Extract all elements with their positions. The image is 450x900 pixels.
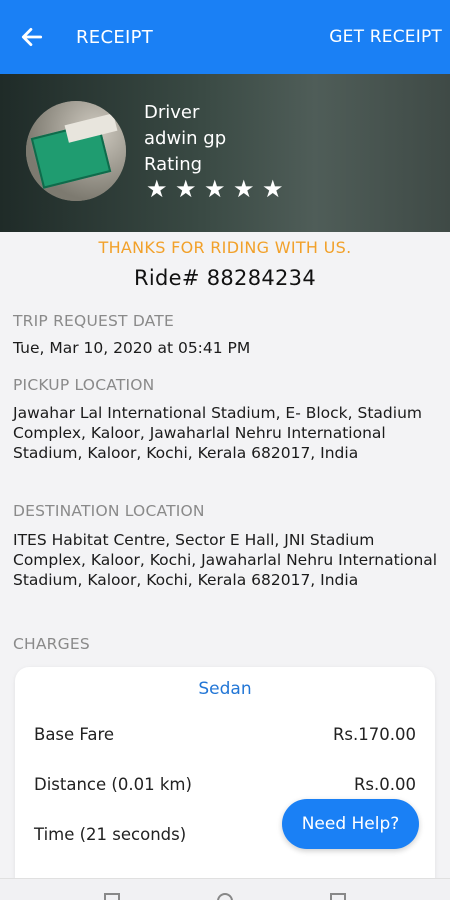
driver-panel: Driver adwin gp Rating ★ ★ ★ ★ ★ [0, 74, 450, 232]
star-icon: ★ [146, 175, 168, 203]
rating-stars: ★ ★ ★ ★ ★ [146, 175, 284, 203]
top-app-bar: RECEIPT GET RECEIPT [0, 0, 450, 74]
thanks-message: THANKS FOR RIDING WITH US. [98, 238, 352, 257]
star-icon: ★ [262, 175, 284, 203]
home-icon[interactable] [217, 893, 233, 900]
trip-date-value: Tue, Mar 10, 2020 at 05:41 PM [13, 339, 251, 357]
charge-row: Distance (0.01 km) Rs.0.00 [34, 775, 416, 794]
nav-back-icon[interactable] [330, 893, 346, 900]
charge-value: Rs.0.00 [353, 775, 416, 794]
charges-card: Sedan Base Fare Rs.170.00 Distance (0.01… [15, 667, 435, 900]
ride-number: Ride# 88284234 [133, 266, 317, 290]
system-nav-bar [0, 878, 450, 900]
charge-label: Base Fare [34, 725, 115, 744]
need-help-button[interactable]: Need Help? [282, 799, 419, 849]
trip-date-label: TRIP REQUEST DATE [13, 312, 174, 330]
page-title: RECEIPT [76, 26, 154, 48]
pickup-value: Jawahar Lal International Stadium, E- Bl… [13, 404, 422, 462]
vehicle-type: Sedan [198, 679, 252, 699]
star-icon: ★ [175, 175, 197, 203]
star-icon: ★ [233, 175, 255, 203]
driver-label: Driver [144, 102, 200, 123]
back-arrow-icon [21, 28, 43, 46]
charge-row: Base Fare Rs.170.00 [34, 725, 416, 744]
back-button[interactable] [0, 0, 64, 74]
charge-value: Rs.170.00 [332, 725, 416, 744]
recents-icon[interactable] [104, 893, 120, 900]
charge-label: Distance (0.01 km) [34, 775, 192, 794]
star-icon: ★ [204, 175, 226, 203]
destination-label: DESTINATION LOCATION [13, 502, 205, 520]
driver-avatar [26, 101, 126, 201]
pickup-label: PICKUP LOCATION [13, 376, 155, 394]
charge-label: Time (21 seconds) [34, 825, 187, 844]
charges-label: CHARGES [13, 635, 90, 653]
driver-name: adwin gp [144, 128, 227, 149]
driver-info: Driver adwin gp Rating [144, 100, 226, 178]
get-receipt-button[interactable]: GET RECEIPT [329, 0, 442, 74]
destination-value: ITES Habitat Centre, Sector E Hall, JNI … [13, 531, 438, 589]
